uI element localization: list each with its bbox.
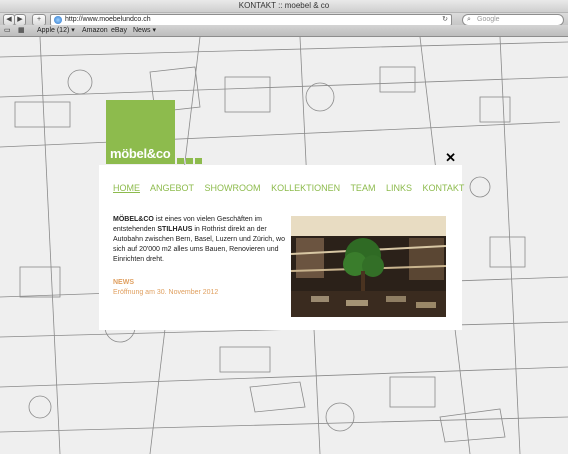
intro-brand: MÖBEL&CO [113, 216, 154, 223]
window-title: KONTAKT :: moebel & co [0, 0, 568, 13]
nav-kollektionen[interactable]: KOLLEKTIONEN [271, 183, 340, 193]
bookmark-ebay[interactable]: eBay [111, 25, 127, 36]
web-content: möbel&co ✕ HOME ANGEBOT SHOWROOM KOLLEKT… [0, 37, 568, 454]
nav-home[interactable]: HOME [113, 183, 140, 193]
news-item[interactable]: Eröffnung am 30. November 2012 [113, 289, 218, 296]
logo-text: möbel&co [110, 146, 171, 161]
bookmark-news[interactable]: News ▾ [133, 25, 156, 36]
site-icon [54, 16, 62, 24]
nav-links[interactable]: LINKS [386, 183, 412, 193]
logo-square [195, 158, 202, 164]
logo-square [177, 158, 184, 164]
nav-showroom[interactable]: SHOWROOM [205, 183, 261, 193]
bookmarks-grid-icon[interactable]: ▦ [18, 25, 25, 36]
search-icon: ⌕ [467, 16, 471, 23]
main-nav: HOME ANGEBOT SHOWROOM KOLLEKTIONEN TEAM … [113, 183, 472, 193]
url-text: http://www.moebelundco.ch [65, 16, 151, 23]
intro-text: MÖBEL&CO ist eines von vielen Geschäften… [113, 215, 289, 265]
search-placeholder: Google [477, 16, 500, 23]
content-panel: ✕ HOME ANGEBOT SHOWROOM KOLLEKTIONEN TEA… [99, 150, 464, 330]
logo-square [186, 158, 193, 164]
nav-kontakt[interactable]: KONTAKT [423, 183, 465, 193]
site-logo[interactable]: möbel&co [106, 100, 175, 164]
nav-team[interactable]: TEAM [350, 183, 375, 193]
intro-place: STILHAUS [157, 226, 193, 233]
reload-icon[interactable]: ↻ [442, 15, 448, 25]
showroom-photo [291, 216, 446, 317]
nav-angebot[interactable]: ANGEBOT [150, 183, 194, 193]
browser-toolbar: ◀ ▶ + http://www.moebelundco.ch ↻ ⌕ Goog… [0, 13, 568, 26]
bookmarks-bar: ▭ ▦ Apple (12) ▾ Amazon eBay News ▾ [0, 25, 568, 37]
bookmark-apple[interactable]: Apple (12) ▾ [37, 25, 75, 36]
reading-list-icon[interactable]: ▭ [4, 25, 11, 36]
close-icon[interactable]: ✕ [445, 150, 456, 166]
news-heading: NEWS [113, 279, 134, 286]
bookmark-amazon[interactable]: Amazon [82, 25, 108, 36]
